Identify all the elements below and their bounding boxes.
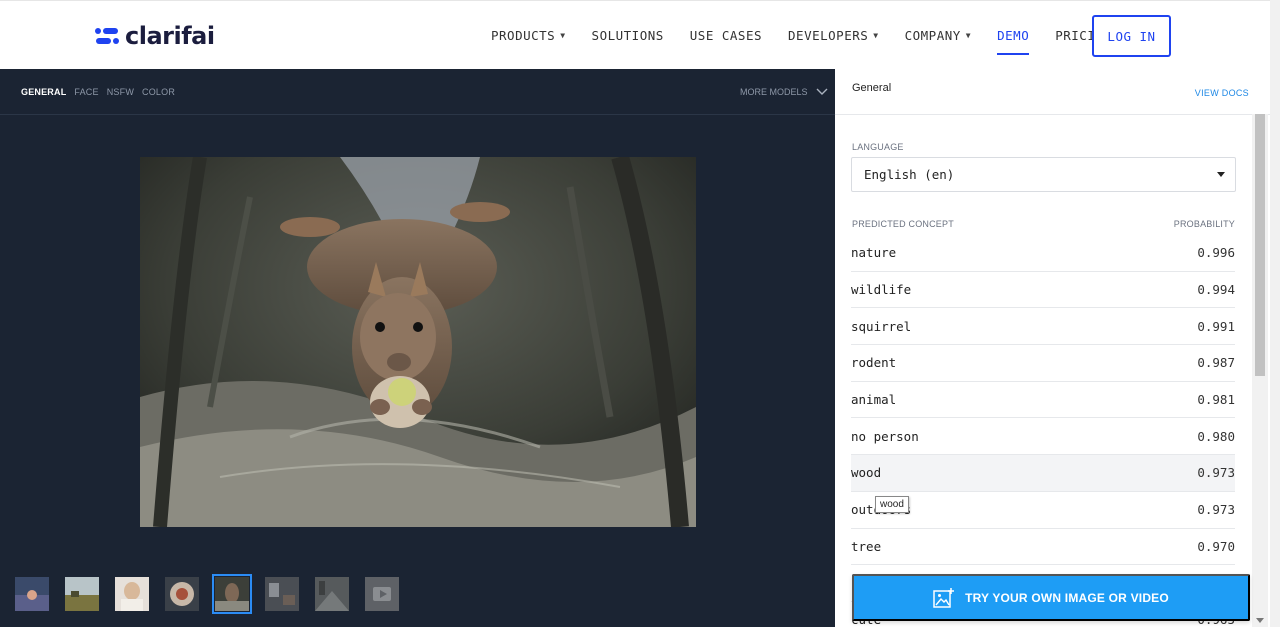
thumbnail-food-plate[interactable] [165, 577, 199, 611]
concept-name: rodent [851, 355, 897, 371]
clarifai-logo-icon [95, 28, 119, 44]
thumbnail-woman-portrait-image [115, 577, 149, 611]
thumbnail-squirrel-image [215, 577, 249, 611]
concept-row[interactable]: no person 0.980 [851, 418, 1235, 456]
concept-probability: 0.994 [1197, 282, 1235, 298]
nav-company[interactable]: COMPANY ▼ [892, 1, 985, 70]
concept-name: no person [851, 428, 919, 444]
prediction-panel: General VIEW DOCS LANGUAGE English (en) … [835, 69, 1270, 627]
thumbnail-savanna-image [65, 577, 99, 611]
dropdown-arrow-icon [1217, 172, 1225, 177]
concept-probability: 0.973 [1197, 465, 1235, 481]
concept-row[interactable]: wildlife 0.994 [851, 272, 1235, 309]
thumbnail-room-interior[interactable] [265, 577, 299, 611]
thumbnail-video[interactable] [365, 577, 399, 611]
play-icon [365, 577, 399, 611]
tab-color[interactable]: COLOR [142, 87, 175, 97]
chevron-down-icon: ▼ [965, 31, 972, 40]
concept-probability: 0.981 [1197, 392, 1235, 408]
thumbnail-food-plate-image [165, 577, 199, 611]
language-label: LANGUAGE [852, 142, 904, 152]
model-tabs: GENERAL FACE NSFW COLOR [21, 87, 183, 97]
probability-column-header: PROBABILITY [1173, 219, 1235, 229]
concept-row[interactable]: rodent 0.987 [851, 345, 1235, 382]
concept-probability: 0.970 [1197, 538, 1235, 554]
nav-developers[interactable]: DEVELOPERS ▼ [775, 1, 892, 70]
concept-name: wildlife [851, 282, 912, 298]
concept-row[interactable]: tree 0.970 [851, 529, 1235, 566]
concept-row[interactable]: wood 0.973 [851, 455, 1235, 492]
nav-company-label: COMPANY [904, 28, 961, 43]
nav-demo[interactable]: DEMO [984, 1, 1042, 70]
concept-name: animal [851, 392, 897, 408]
thumbnail-savanna[interactable] [65, 577, 99, 611]
nav-demo-label: DEMO [997, 28, 1030, 43]
chevron-down-icon: ▼ [873, 31, 879, 40]
thumbnail-squirrel[interactable] [212, 574, 252, 614]
main-menu: PRODUCTS ▼ SOLUTIONS USE CASES DEVELOPERS… [478, 1, 1124, 70]
concept-probability: 0.996 [1197, 245, 1235, 261]
nav-products-label: PRODUCTS [491, 28, 556, 43]
thumbnail-sunset-sea-image [15, 577, 49, 611]
brand-name: clarifai [125, 22, 215, 50]
view-docs-link[interactable]: VIEW DOCS [1195, 88, 1249, 98]
login-button[interactable]: LOG IN [1092, 15, 1171, 57]
concept-tooltip: wood [875, 496, 909, 513]
tab-face[interactable]: FACE [74, 87, 98, 97]
concept-list: nature 0.996 wildlife 0.994 squirrel 0.991 … [851, 235, 1235, 627]
concept-column-header: PREDICTED CONCEPT [852, 219, 954, 229]
thumbnail-sunset-sea[interactable] [15, 577, 49, 611]
scroll-down-arrow-icon[interactable] [1256, 618, 1264, 623]
model-bar: GENERAL FACE NSFW COLOR MORE MODELS [0, 69, 835, 115]
page-scrollbar[interactable] [1270, 0, 1280, 627]
nav-use-cases[interactable]: USE CASES [677, 1, 775, 70]
clarifai-logo[interactable]: clarifai [94, 21, 215, 51]
thumbnail-woman-portrait[interactable] [115, 577, 149, 611]
squirrel-photo [140, 157, 696, 527]
try-own-image-label: TRY YOUR OWN IMAGE OR VIDEO [965, 590, 1169, 605]
panel-header: General VIEW DOCS [835, 69, 1270, 115]
concept-probability: 0.973 [1197, 502, 1235, 518]
concept-row[interactable]: nature 0.996 [851, 235, 1235, 272]
more-models-label: MORE MODELS [740, 87, 808, 97]
tab-general[interactable]: GENERAL [21, 87, 66, 97]
squirrel-illustration [140, 157, 696, 527]
scrollbar-thumb[interactable] [1255, 114, 1265, 376]
thumbnail-street-scene[interactable] [315, 577, 349, 611]
try-own-image-button[interactable]: TRY YOUR OWN IMAGE OR VIDEO [852, 574, 1250, 621]
language-select[interactable]: English (en) [851, 157, 1236, 192]
panel-scrollbar[interactable] [1252, 114, 1268, 627]
concept-name: tree [851, 538, 882, 554]
nav-solutions-label: SOLUTIONS [591, 28, 664, 43]
panel-title: General [852, 82, 892, 94]
image-viewer: GENERAL FACE NSFW COLOR MORE MODELS [0, 69, 835, 627]
concept-name: squirrel [851, 318, 912, 334]
thumbnail-room-interior-image [265, 577, 299, 611]
nav-products[interactable]: PRODUCTS ▼ [478, 1, 579, 70]
concept-row[interactable]: squirrel 0.991 [851, 308, 1235, 346]
nav-use-cases-label: USE CASES [689, 28, 763, 43]
chevron-down-icon: ▼ [560, 31, 566, 40]
add-image-icon [933, 587, 955, 608]
concept-probability: 0.980 [1197, 428, 1235, 444]
concept-row[interactable]: animal 0.981 [851, 382, 1235, 419]
concept-probability: 0.991 [1197, 318, 1235, 334]
sample-thumbnails [15, 574, 415, 614]
concept-probability: 0.987 [1197, 355, 1235, 371]
language-value: English (en) [864, 167, 955, 182]
nav-developers-label: DEVELOPERS [788, 28, 869, 43]
chevron-down-icon [816, 88, 828, 95]
top-navigation: clarifai PRODUCTS ▼ SOLUTIONS USE CASES D… [0, 0, 1280, 69]
concept-name: nature [851, 245, 897, 261]
tab-nsfw[interactable]: NSFW [107, 87, 134, 97]
concept-name: wood [851, 465, 882, 481]
more-models-dropdown[interactable]: MORE MODELS [740, 87, 828, 97]
nav-solutions[interactable]: SOLUTIONS [579, 1, 677, 70]
thumbnail-street-scene-image [315, 577, 349, 611]
